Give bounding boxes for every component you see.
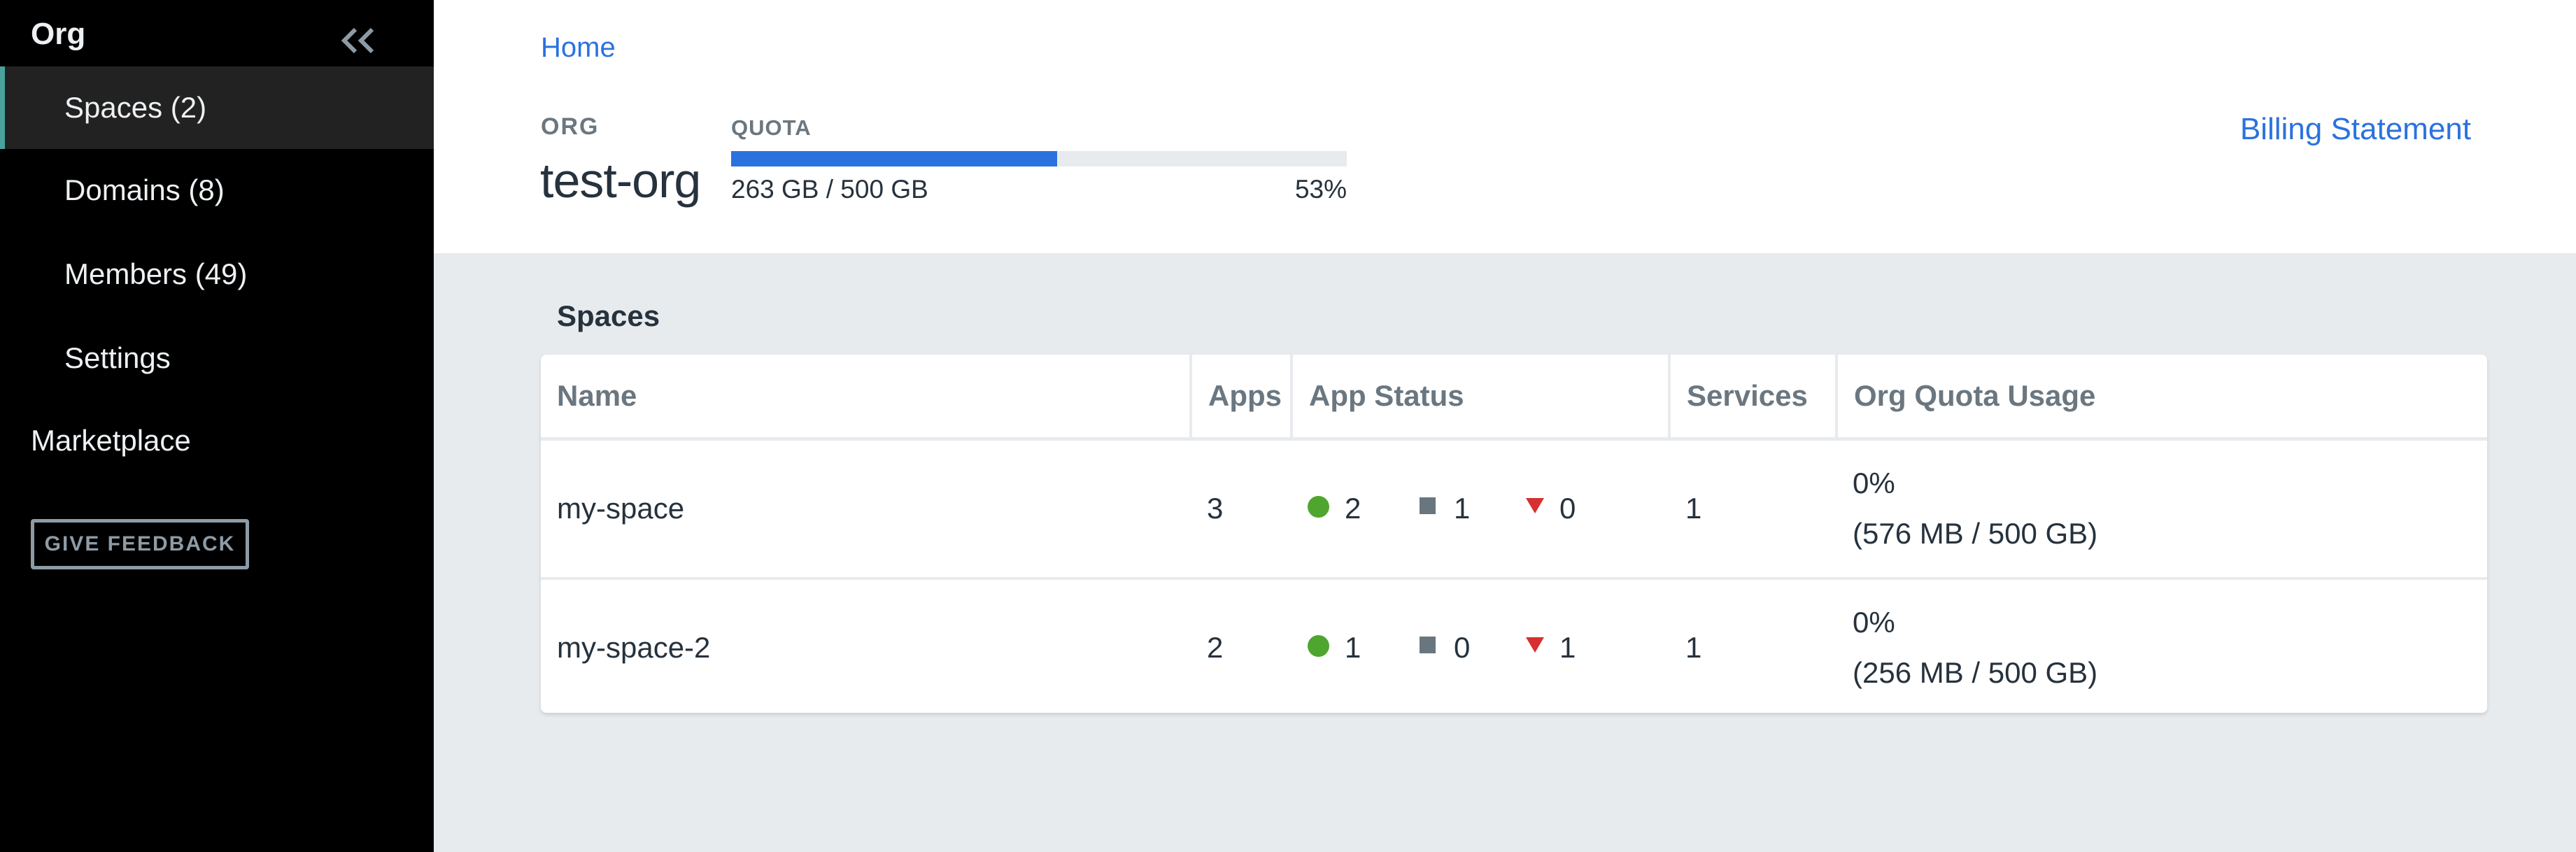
stopped-count: 0: [1454, 631, 1471, 664]
apps-count: 3: [1191, 439, 1291, 580]
sidebar-item-label: Spaces (2): [64, 91, 207, 124]
column-header-app-status[interactable]: App Status: [1291, 355, 1671, 441]
double-chevron-left-icon: [341, 27, 374, 54]
table-header-row: Name Apps App Status Services Org Quota …: [541, 355, 2487, 441]
stopped-status: 1: [1417, 492, 1526, 525]
running-dot-icon: [1308, 495, 1329, 518]
billing-statement-link[interactable]: Billing Statement: [2240, 112, 2471, 147]
sidebar-item-settings[interactable]: Settings: [0, 317, 434, 399]
sidebar-item-spaces[interactable]: Spaces (2): [0, 66, 434, 149]
sidebar-title: Org: [31, 17, 86, 51]
crashed-status: 1: [1526, 631, 1635, 665]
org-label: ORG: [541, 113, 600, 140]
column-header-name[interactable]: Name: [541, 355, 1192, 441]
stopped-square-icon: [1420, 497, 1436, 514]
crashed-triangle-icon: [1526, 637, 1544, 653]
services-count: 1: [1685, 631, 1702, 664]
running-status: 2: [1308, 492, 1417, 525]
app-status-cell: 1 0 1: [1291, 578, 1669, 713]
org-quota-usage: 0% (576 MB / 500 GB): [1837, 439, 2487, 580]
column-header-services[interactable]: Services: [1669, 355, 1838, 441]
space-name[interactable]: my-space-2: [541, 578, 1191, 713]
running-status: 1: [1308, 631, 1417, 665]
usage-percent: 0%: [1853, 606, 1895, 639]
running-count: 2: [1345, 492, 1361, 525]
apps-count: 2: [1207, 631, 1224, 664]
sidebar-item-label: Members (49): [64, 257, 248, 290]
spaces-table: Name Apps App Status Services Org Quota …: [541, 355, 2487, 713]
column-header-org-quota-usage[interactable]: Org Quota Usage: [1837, 355, 2487, 441]
sidebar-item-members[interactable]: Members (49): [0, 233, 434, 315]
column-header-apps[interactable]: Apps: [1191, 355, 1293, 441]
running-count: 1: [1345, 631, 1361, 664]
crashed-count: 1: [1559, 631, 1576, 664]
org-quota-usage: 0% (256 MB / 500 GB): [1837, 578, 2487, 713]
usage-detail: (256 MB / 500 GB): [1853, 656, 2098, 689]
stopped-count: 1: [1454, 492, 1471, 525]
sidebar-item-label: Domains (8): [64, 173, 225, 206]
sidebar: Org Spaces (2) Domains (8) Members (49) …: [0, 0, 434, 852]
page-header: Home ORG test-org QUOTA 263 GB / 500 GB …: [434, 0, 2576, 253]
breadcrumb-home-link[interactable]: Home: [541, 32, 616, 64]
stopped-status: 0: [1417, 631, 1526, 665]
spaces-section-title: Spaces: [557, 299, 660, 332]
sidebar-item-domains[interactable]: Domains (8): [0, 149, 434, 232]
usage-percent: 0%: [1853, 467, 1895, 499]
space-name[interactable]: my-space: [541, 439, 1191, 580]
sidebar-item-label: Settings: [64, 341, 171, 374]
quota-progress-fill: [731, 151, 1058, 166]
table-row[interactable]: my-space 3 2 1 0 1 0% (576 MB / 500 GB): [541, 439, 2487, 580]
crashed-triangle-icon: [1526, 498, 1544, 513]
sidebar-item-marketplace[interactable]: Marketplace: [31, 424, 191, 457]
stopped-square-icon: [1420, 637, 1436, 653]
org-name: test-org: [540, 153, 701, 208]
usage-detail: (576 MB / 500 GB): [1853, 517, 2098, 550]
give-feedback-button[interactable]: GIVE FEEDBACK: [31, 519, 249, 569]
collapse-sidebar-button[interactable]: [339, 27, 379, 55]
app-status-cell: 2 1 0: [1291, 439, 1669, 580]
quota-usage-text: 263 GB / 500 GB: [731, 175, 928, 204]
services-count: 1: [1669, 439, 1837, 580]
quota-label: QUOTA: [731, 115, 812, 140]
table-row[interactable]: my-space-2 2 1 0 1 1 0% (256 MB / 500 GB…: [541, 578, 2487, 713]
crashed-count: 0: [1559, 492, 1576, 525]
crashed-status: 0: [1526, 492, 1635, 525]
running-dot-icon: [1308, 634, 1329, 657]
quota-percent: 53%: [1294, 175, 1347, 204]
quota-progress-bar: [731, 151, 1347, 166]
